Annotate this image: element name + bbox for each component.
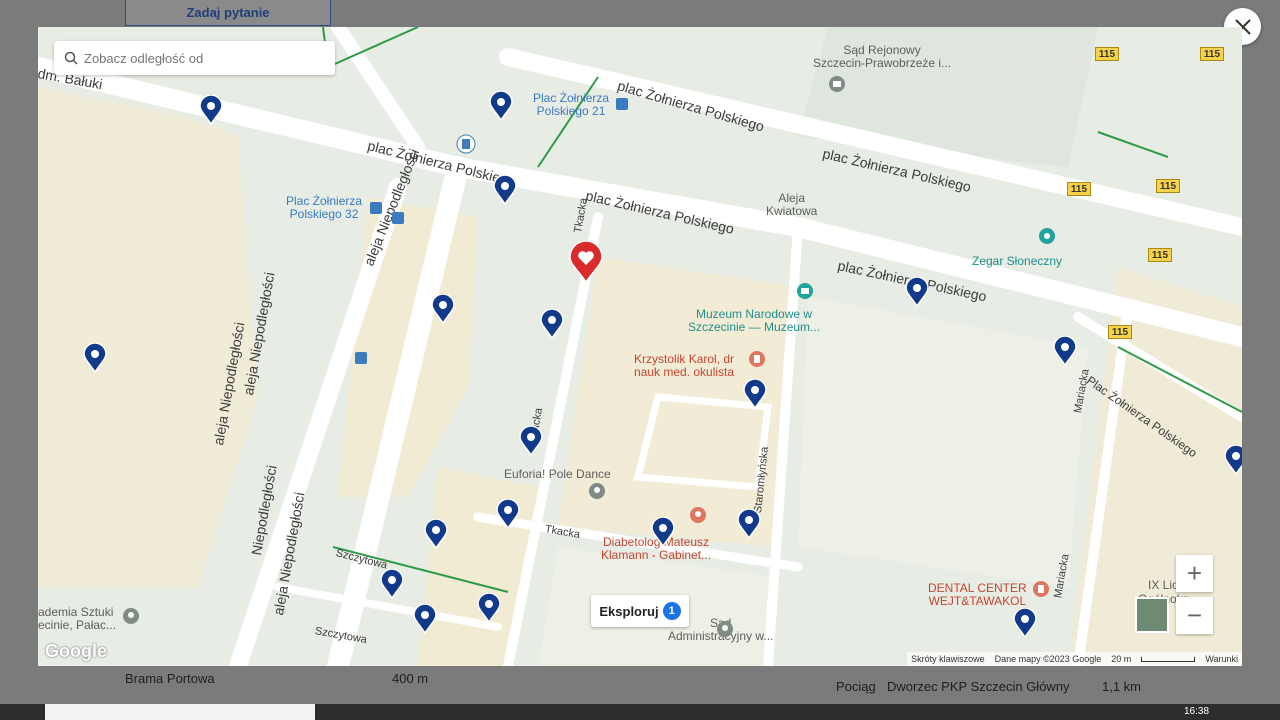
keyboard-shortcuts-link[interactable]: Skróty klawiszowe bbox=[911, 654, 985, 664]
listing-pin[interactable] bbox=[477, 593, 501, 623]
place-icon bbox=[589, 483, 605, 499]
highway-shield: 115 bbox=[1156, 179, 1180, 193]
station-name: Dworzec PKP Szczecin Główny bbox=[887, 679, 1070, 694]
map-view[interactable]: dm. Bałuki plac Żołnierza Polskiego plac… bbox=[38, 27, 1242, 666]
listing-pin[interactable] bbox=[413, 604, 437, 634]
poi-akademia-sztuki[interactable]: ademia Sztuki ecinie, Pałac... bbox=[38, 606, 116, 632]
listing-pin[interactable] bbox=[431, 294, 455, 324]
map-attribution: Skróty klawiszowe Dane mapy ©2023 Google… bbox=[907, 652, 1242, 666]
listing-pin[interactable] bbox=[905, 277, 929, 307]
attraction-icon bbox=[1039, 228, 1055, 244]
transport-type: Pociąg bbox=[836, 679, 876, 694]
explore-label: Eksploruj bbox=[599, 603, 659, 619]
poi-euforia[interactable]: Euforia! Pole Dance bbox=[504, 468, 611, 481]
courthouse-icon bbox=[829, 76, 845, 92]
zoom-in-button[interactable]: + bbox=[1176, 555, 1213, 592]
distance-search-input[interactable] bbox=[82, 49, 316, 67]
listing-pin[interactable] bbox=[540, 309, 564, 339]
bus-stop-icon bbox=[616, 98, 628, 110]
listing-pin[interactable] bbox=[743, 379, 767, 409]
terms-link[interactable]: Warunki bbox=[1205, 654, 1238, 664]
listing-pin[interactable] bbox=[1013, 608, 1037, 638]
poi-pzp21[interactable]: Plac Żołnierza Polskiego 21 bbox=[533, 92, 609, 118]
bus-stop-icon bbox=[370, 202, 382, 214]
taskbar-clock: 16:38 bbox=[1184, 706, 1210, 717]
bus-stop-icon bbox=[355, 352, 367, 364]
listing-pin[interactable] bbox=[737, 509, 761, 539]
poi-sad-rejonowy[interactable]: Sąd Rejonowy Szczecin-Prawobrzeże i... bbox=[813, 44, 951, 70]
station-distance: 1,1 km bbox=[1102, 679, 1142, 694]
scale-label[interactable]: 20 m bbox=[1111, 654, 1131, 664]
scale-bar bbox=[1141, 656, 1196, 662]
poi-muzeum-narodowe[interactable]: Muzeum Narodowe w Szczecinie — Muzeum... bbox=[688, 308, 820, 334]
map-data-credit: Dane mapy ©2023 Google bbox=[994, 654, 1102, 664]
poi-aleja-kwiatowa[interactable]: Aleja Kwiatowa bbox=[766, 192, 817, 218]
listing-pin[interactable] bbox=[380, 569, 404, 599]
listing-pin[interactable] bbox=[496, 499, 520, 529]
listing-pin[interactable] bbox=[1053, 336, 1077, 366]
taskbar-search[interactable] bbox=[45, 704, 315, 720]
listing-pin[interactable] bbox=[424, 519, 448, 549]
bus-stop-icon bbox=[392, 212, 404, 224]
search-icon bbox=[64, 51, 78, 65]
poi-krzystolik[interactable]: Krzystolik Karol, dr nauk med. okulista bbox=[634, 353, 734, 379]
explore-button[interactable]: Eksploruj 1 bbox=[591, 595, 689, 627]
highway-shield: 115 bbox=[1108, 325, 1132, 339]
listing-pin[interactable] bbox=[489, 91, 513, 121]
dentist-icon bbox=[1033, 581, 1049, 597]
doctor-icon bbox=[690, 507, 706, 523]
poi-dental-center[interactable]: DENTAL CENTER WEJT&TAWAKOL bbox=[928, 582, 1027, 608]
distance-search-box[interactable] bbox=[54, 41, 335, 75]
courthouse-icon bbox=[717, 621, 733, 637]
listing-pin[interactable] bbox=[519, 426, 543, 456]
doctor-icon bbox=[749, 351, 765, 367]
explore-count-badge: 1 bbox=[662, 602, 681, 620]
google-logo: Google bbox=[45, 641, 107, 661]
highway-shield: 115 bbox=[1067, 182, 1091, 196]
ask-question-button[interactable]: Zadaj pytanie bbox=[125, 0, 331, 26]
highway-shield: 115 bbox=[1200, 47, 1224, 61]
poi-zegar-sloneczny[interactable]: Zegar Słoneczny bbox=[972, 255, 1062, 268]
listing-pin[interactable] bbox=[651, 517, 675, 547]
highway-shield: 115 bbox=[1095, 47, 1119, 61]
nearby-place-distance: 400 m bbox=[392, 671, 429, 686]
listing-pin[interactable] bbox=[493, 175, 517, 205]
nearby-place-name: Brama Portowa bbox=[125, 671, 215, 686]
poi-ix-liceum[interactable]: IX Lic bbox=[1148, 579, 1178, 592]
selected-heart-pin[interactable] bbox=[569, 241, 603, 283]
listing-pin[interactable] bbox=[1224, 445, 1242, 475]
listing-pin[interactable] bbox=[199, 95, 223, 125]
zoom-out-button[interactable]: − bbox=[1176, 597, 1213, 634]
university-icon bbox=[123, 608, 139, 624]
building-icon bbox=[456, 134, 476, 154]
highway-shield: 115 bbox=[1148, 248, 1172, 262]
satellite-layer-toggle[interactable] bbox=[1135, 597, 1169, 633]
listing-pin[interactable] bbox=[83, 343, 107, 373]
museum-icon bbox=[797, 283, 813, 299]
poi-pzp32[interactable]: Plac Żołnierza Polskiego 32 bbox=[286, 195, 362, 221]
